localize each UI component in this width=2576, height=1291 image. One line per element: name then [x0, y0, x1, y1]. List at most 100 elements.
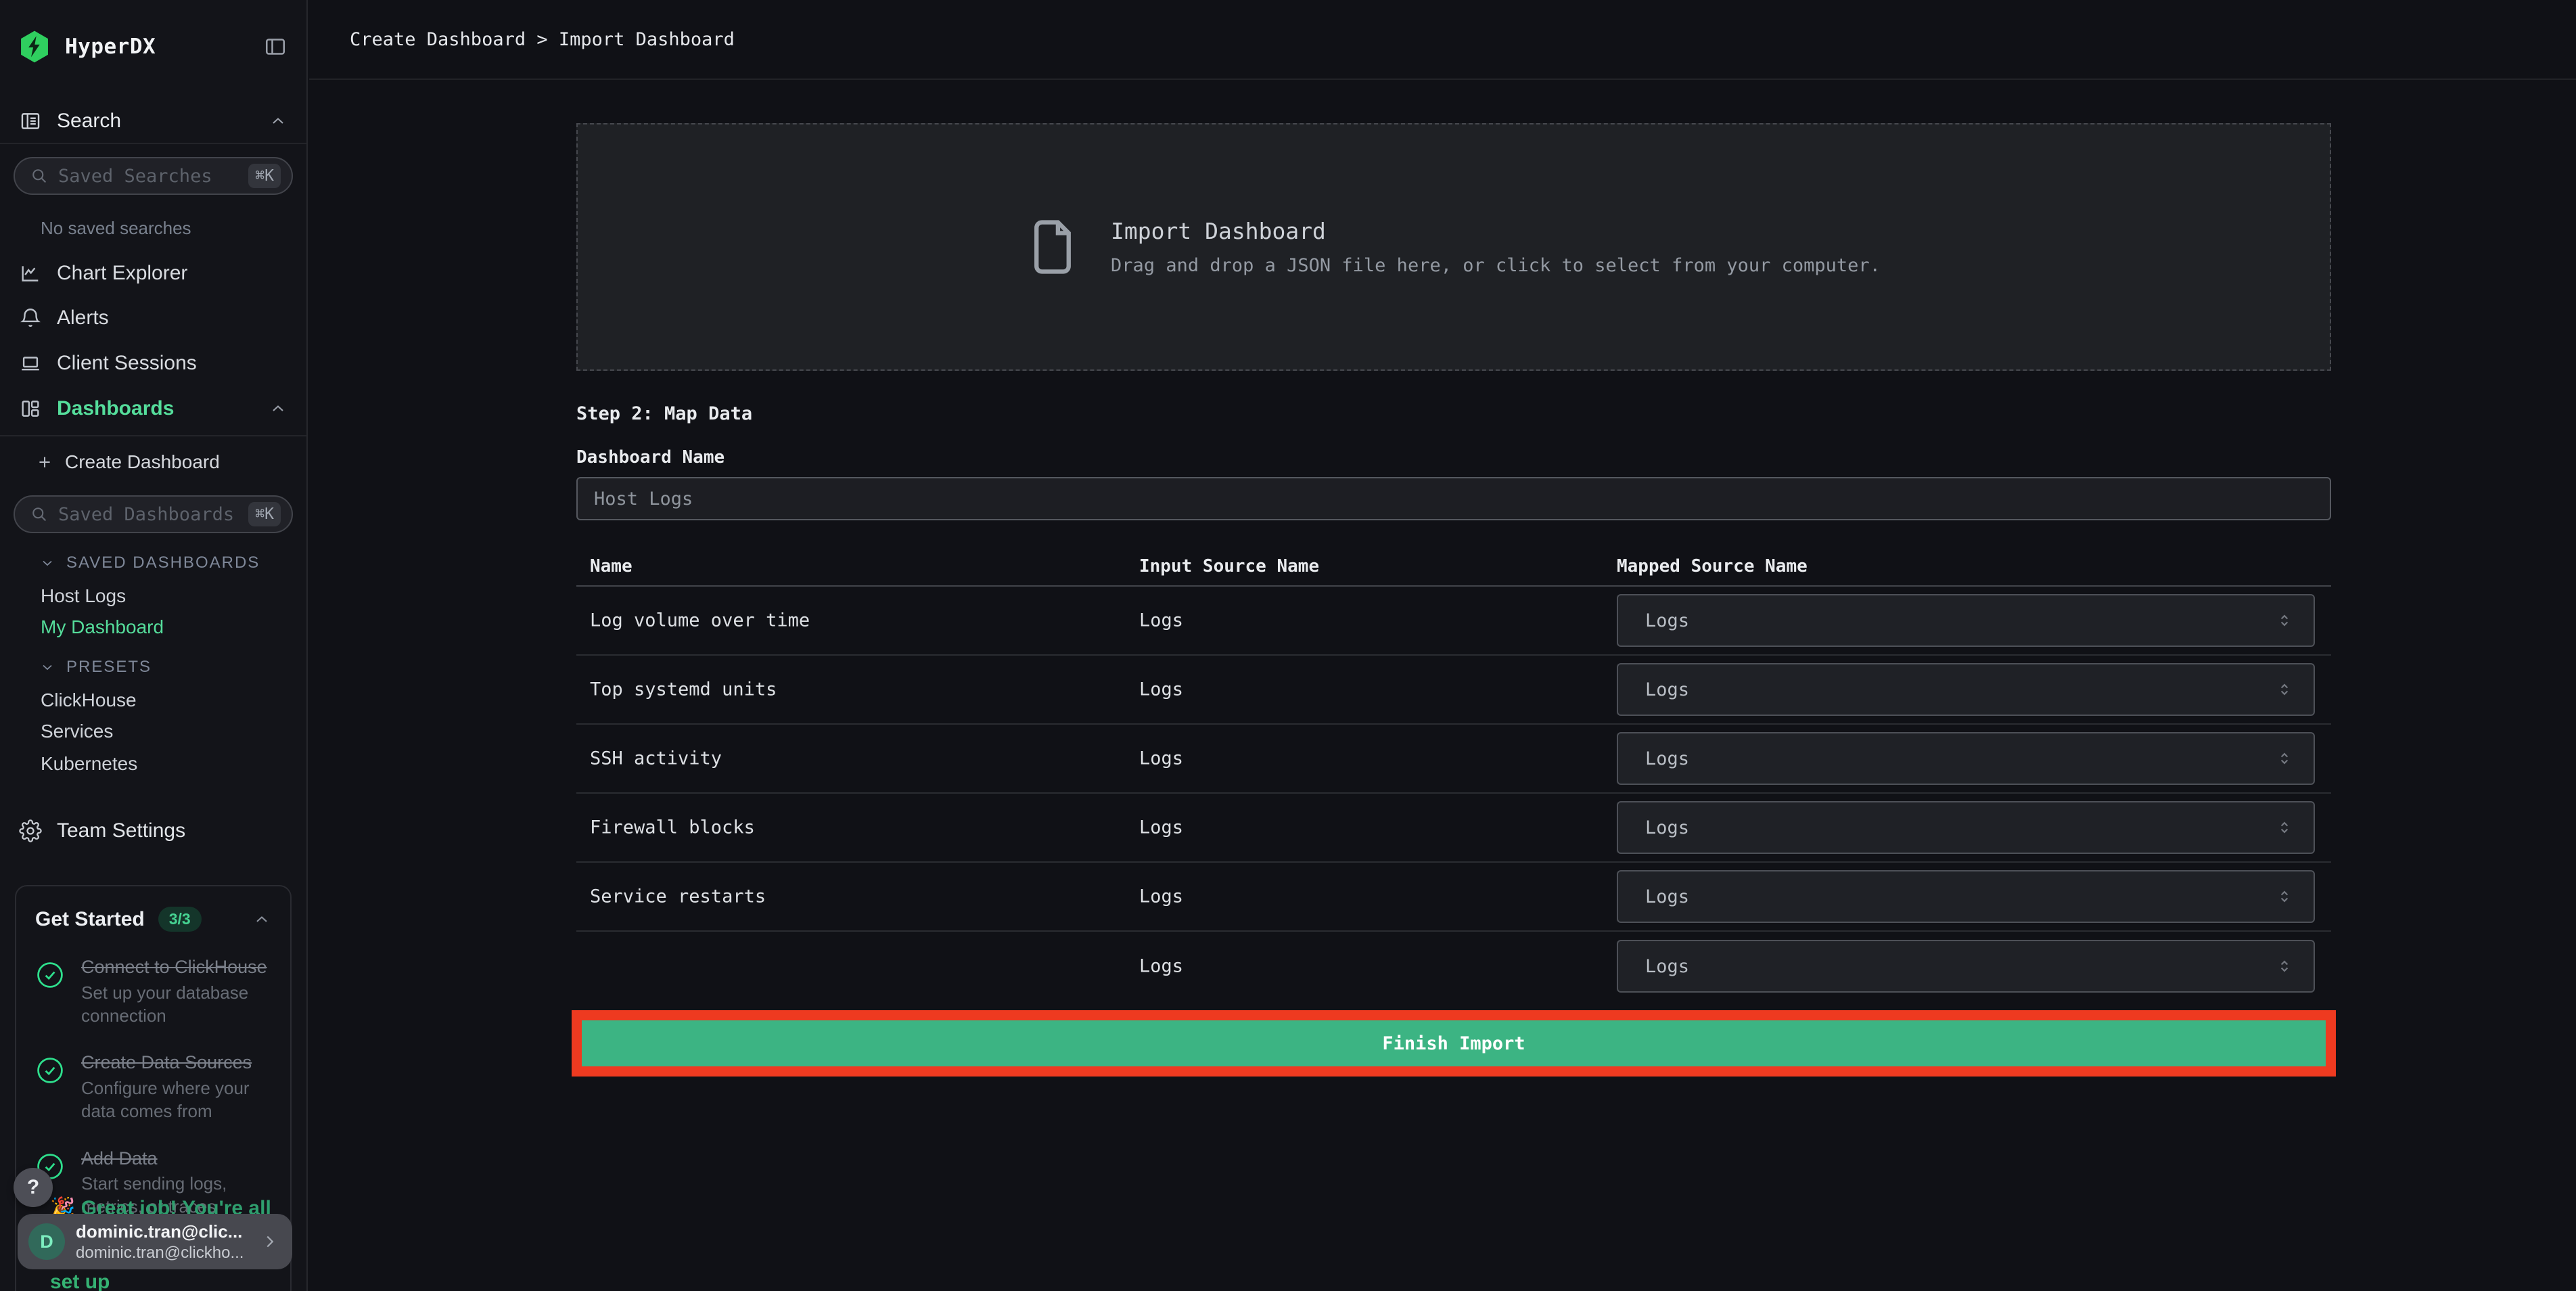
select-value: Logs: [1645, 886, 1690, 907]
preset-kubernetes[interactable]: Kubernetes: [0, 748, 306, 779]
chevron-right-icon: [260, 1231, 280, 1252]
check-circle-icon: [37, 1058, 63, 1084]
finish-import-button[interactable]: Finish Import: [582, 1020, 2326, 1066]
avatar: D: [28, 1223, 65, 1260]
gear-icon: [19, 819, 42, 842]
create-dashboard-button[interactable]: Create Dashboard: [0, 443, 306, 481]
saved-dashboard-my-dashboard[interactable]: My Dashboard: [0, 612, 306, 643]
select-chevrons-icon: [2280, 683, 2288, 696]
sidebar-item-team-settings[interactable]: Team Settings: [0, 811, 306, 851]
get-started-item-title: Connect to ClickHouse: [81, 957, 267, 977]
presets-group-header[interactable]: PRESETS: [0, 654, 306, 681]
hyperdx-logo-icon: [21, 30, 48, 63]
search-panel-icon: [21, 113, 40, 129]
main-area: Create Dashboard > Import Dashboard Impo…: [309, 0, 2576, 1291]
saved-searches-search[interactable]: ⌘K: [14, 157, 293, 195]
dropzone-title: Import Dashboard: [1111, 218, 1326, 244]
mapped-source-select[interactable]: Logs: [1617, 732, 2315, 785]
input-source-name: Logs: [1139, 748, 1184, 769]
table-row: SSH activity Logs Logs: [576, 725, 2331, 794]
user-menu[interactable]: D dominic.tran@clic... dominic.tran@clic…: [18, 1214, 292, 1269]
select-value: Logs: [1645, 955, 1690, 977]
input-source-name: Logs: [1139, 955, 1184, 977]
sidebar-item-dashboards[interactable]: Dashboards: [0, 387, 306, 430]
preset-clickhouse[interactable]: ClickHouse: [0, 685, 306, 716]
saved-searches-input[interactable]: [58, 165, 249, 187]
chevron-up-icon: [269, 112, 288, 131]
question-mark-icon: ?: [26, 1176, 40, 1198]
chart-line-icon: [22, 266, 39, 281]
input-source-name: Logs: [1139, 679, 1184, 700]
setup-complete-text: set up: [50, 1271, 110, 1291]
select-chevrons-icon: [2280, 752, 2288, 765]
mapping-table: Name Input Source Name Mapped Source Nam…: [576, 547, 2331, 1001]
select-chevrons-icon: [2280, 960, 2288, 972]
top-bar: Create Dashboard > Import Dashboard: [309, 0, 2576, 80]
help-button[interactable]: ?: [14, 1168, 53, 1207]
get-started-item-title: Create Data Sources: [81, 1052, 252, 1073]
sidebar: HyperDX Search ⌘K No saved searches Char…: [0, 0, 308, 1291]
get-started-item-desc: Configure where your data comes from: [81, 1078, 250, 1121]
dashboard-grid-icon: [22, 401, 39, 417]
nav-label: Chart Explorer: [57, 262, 188, 284]
sidebar-search-label: Search: [57, 110, 122, 132]
file-icon: [1034, 220, 1071, 274]
search-icon: [30, 505, 49, 524]
get-started-progress-badge: 3/3: [158, 907, 202, 932]
plus-icon: [39, 457, 50, 468]
search-icon: [30, 166, 49, 185]
json-dropzone[interactable]: Import Dashboard Drag and drop a JSON fi…: [576, 123, 2331, 371]
dashboard-name-input[interactable]: [576, 477, 2331, 520]
table-row: Log volume over time Logs Logs: [576, 587, 2331, 656]
mapped-source-select[interactable]: Logs: [1617, 870, 2315, 923]
check-circle-icon: [37, 962, 63, 988]
tile-name: Top systemd units: [590, 679, 777, 700]
saved-dashboard-host-logs[interactable]: Host Logs: [0, 581, 306, 612]
import-dashboard-panel: Import Dashboard Drag and drop a JSON fi…: [572, 80, 2336, 1077]
mapped-source-select[interactable]: Logs: [1617, 594, 2315, 647]
bell-icon: [20, 309, 41, 327]
saved-dashboards-input[interactable]: [58, 503, 249, 525]
sidebar-item-client-sessions[interactable]: Client Sessions: [0, 342, 306, 385]
mapped-source-select[interactable]: Logs: [1617, 940, 2315, 993]
get-started-item-title: Add Data: [81, 1148, 158, 1169]
table-row: Firewall blocks Logs Logs: [576, 794, 2331, 863]
user-email: dominic.tran@clickho...: [76, 1243, 244, 1262]
select-chevrons-icon: [2280, 821, 2288, 834]
mapped-source-select[interactable]: Logs: [1617, 663, 2315, 716]
user-name: dominic.tran@clic...: [76, 1221, 243, 1242]
no-saved-searches-text: No saved searches: [41, 218, 191, 238]
select-value: Logs: [1645, 748, 1690, 769]
sidebar-item-search[interactable]: Search: [0, 101, 306, 141]
input-source-name: Logs: [1139, 610, 1184, 631]
sidebar-item-chart-explorer[interactable]: Chart Explorer: [0, 252, 306, 295]
get-started-item-desc: Set up your database connection: [81, 982, 249, 1026]
get-started-item-sources[interactable]: Create Data Sources Configure where your…: [35, 1051, 271, 1123]
nav-label: Client Sessions: [57, 352, 197, 374]
get-started-item-connect[interactable]: Connect to ClickHouse Set up your databa…: [35, 956, 271, 1027]
preset-services[interactable]: Services: [0, 716, 306, 747]
dropzone-subtitle: Drag and drop a JSON file here, or click…: [1111, 255, 1881, 276]
select-value: Logs: [1645, 610, 1690, 631]
get-started-header[interactable]: Get Started 3/3: [35, 907, 271, 932]
tile-name: Firewall blocks: [590, 817, 755, 838]
select-value: Logs: [1645, 817, 1690, 838]
table-header-row: Name Input Source Name Mapped Source Nam…: [576, 547, 2331, 587]
table-row: Top systemd units Logs Logs: [576, 656, 2331, 725]
mapped-source-select[interactable]: Logs: [1617, 801, 2315, 854]
get-started-title: Get Started: [35, 907, 145, 930]
column-header-mapped-source: Mapped Source Name: [1617, 556, 1808, 576]
tile-name: SSH activity: [590, 748, 722, 769]
column-header-name: Name: [590, 556, 632, 576]
sidebar-collapse-icon[interactable]: [263, 35, 288, 59]
breadcrumb[interactable]: Create Dashboard > Import Dashboard: [350, 29, 735, 50]
nav-label: Alerts: [57, 307, 109, 329]
tile-name: Service restarts: [590, 886, 766, 907]
select-chevrons-icon: [2280, 614, 2288, 627]
team-settings-label: Team Settings: [57, 819, 186, 842]
sidebar-item-alerts[interactable]: Alerts: [0, 296, 306, 340]
chevron-up-icon: [252, 910, 271, 929]
saved-dashboards-group-header[interactable]: SAVED DASHBOARDS: [0, 549, 306, 576]
chevron-down-icon: [43, 560, 52, 566]
saved-dashboards-search[interactable]: ⌘K: [14, 495, 293, 533]
